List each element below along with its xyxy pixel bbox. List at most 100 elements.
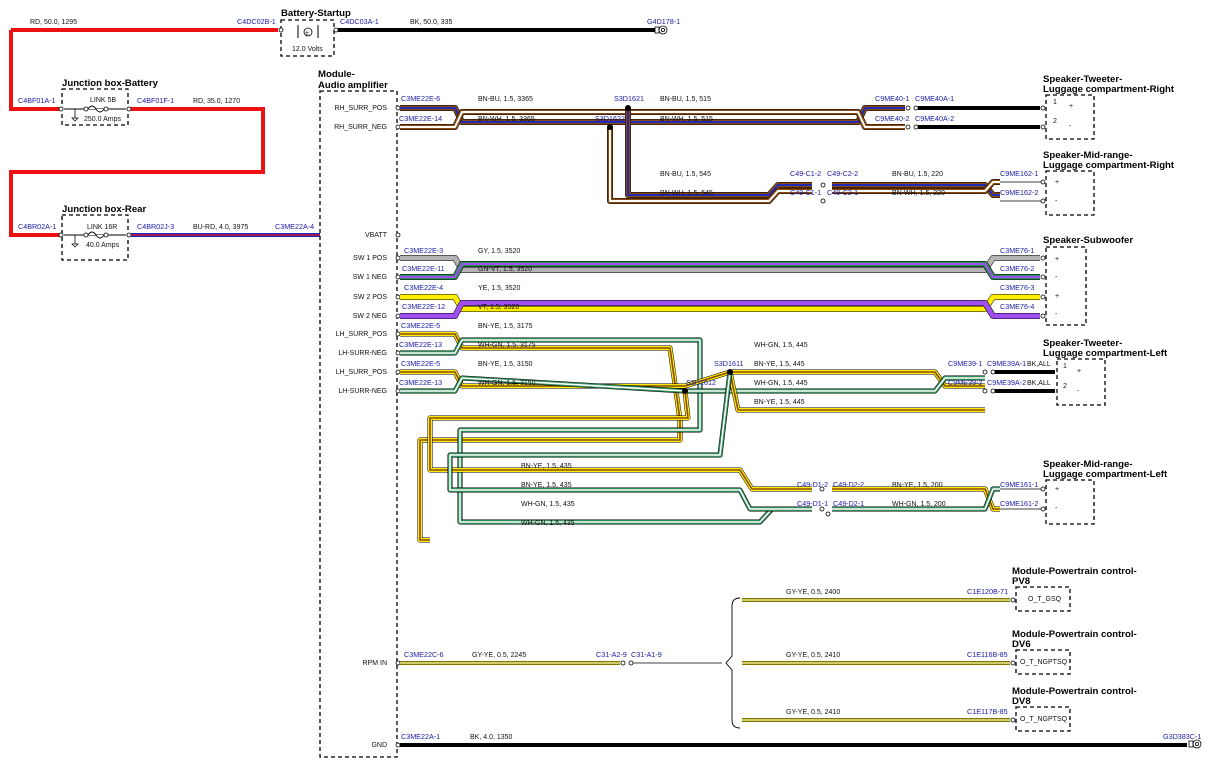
spk-mid-r-plus: + xyxy=(1055,179,1059,186)
spk-tw-l-pin-2: 2 xyxy=(1063,383,1067,390)
amp-pin-label: RH_SURR_POS xyxy=(334,105,387,112)
amp-terminal xyxy=(395,105,401,111)
connector-c9me40-2: C9ME40-2 xyxy=(875,114,909,123)
wire-label-lh-bnye-435b: BN-YE, 1.5, 435 xyxy=(521,482,572,489)
connector-c4bf01a-1: C4BF01A-1 xyxy=(18,96,56,105)
spk-tw-r-pin-1: 1 xyxy=(1053,99,1057,106)
spk-tw-r-title-2: Luggage compartment-Right xyxy=(1043,84,1175,95)
terminal xyxy=(1040,198,1046,204)
connector-c9me39-2: C9ME39-2 xyxy=(948,378,982,387)
amp-pin-labels: RH_SURR_POS RH_SURR_NEG VBATT SW 1 POS SW 1 … xyxy=(334,105,388,749)
spk-mid-r-title-2: Luggage compartment-Right xyxy=(1043,160,1175,171)
wire-label-lh-whgn-435b: WH-GN, 1.5, 435 xyxy=(521,520,575,527)
connector-c49-c2-2: C49-C2-2 xyxy=(827,169,858,178)
terminal xyxy=(1010,660,1016,666)
jb-rear-title: Junction box-Rear xyxy=(62,204,146,215)
wire-label-mid-r-bnwh-a: BN-WH, 1.5, 545 xyxy=(660,190,713,197)
connector-g3d383c-1: G3D383C-1 xyxy=(1163,732,1201,741)
spk-mid-l-plus: + xyxy=(1055,486,1059,493)
connector-c3me22a-4: C3ME22A-4 xyxy=(275,222,314,231)
spk-sub-title: Speaker-Subwoofer xyxy=(1043,235,1133,246)
connector-c3me76-1: C3ME76-1 xyxy=(1000,246,1034,255)
amp-pin-label: GND xyxy=(371,742,387,749)
connector-c49-c1-1: C49-C1-1 xyxy=(790,188,821,197)
connector-c1e117b-85: C1E117B-85 xyxy=(967,707,1008,716)
amp-terminal xyxy=(395,742,401,748)
pcm-dv8-title-1: Module-Powertrain control- xyxy=(1012,686,1137,697)
wire-label-lh2-whgn: WH-GN, 1.5, 3150 xyxy=(478,380,536,387)
wire-label-lh-whgn-445a: WH-GN, 1.5, 445 xyxy=(754,342,808,349)
amp-pin-label: LH_SURR_POS xyxy=(336,331,388,338)
wire-label-rpm-dv6: GY-YE, 0.5, 2410 xyxy=(786,652,840,659)
connector-c4dc02b-1: C4DC02B-1 xyxy=(237,17,276,26)
connector-c9me39-1: C9ME39-1 xyxy=(948,359,982,368)
connector-c49-d2-2: C49-D2-2 xyxy=(833,480,864,489)
amp-terminal xyxy=(395,388,401,394)
splice-s3d1612-node xyxy=(682,388,688,394)
lh1-pos-wire xyxy=(400,332,682,542)
connector-c3me22e-5-a: C3ME22E-5 xyxy=(401,321,440,330)
wire-harness xyxy=(395,105,1187,748)
connector-c9me39a-1: C9ME39A-1 xyxy=(987,359,1026,368)
wire-label-lh-whgn-445b: WH-GN, 1.5, 445 xyxy=(754,380,808,387)
battery-terminal-pos xyxy=(278,27,284,33)
amp-title-2: Audio amplifier xyxy=(318,80,388,91)
pcm-dv6-signal: O_T_NGPTSQ xyxy=(1020,659,1068,666)
wire-label-sw-gnvt: GN-VT, 1.5, 3520 xyxy=(478,266,532,273)
terminal xyxy=(990,388,996,394)
splice-s3d1622-node xyxy=(607,124,613,130)
terminal xyxy=(1040,179,1046,185)
wire-label-bu-rd: BU-RD, 4.0, 3975 xyxy=(193,224,248,231)
connector-c1e120b-71: C1E120B-71 xyxy=(967,587,1008,596)
terminal xyxy=(905,105,911,111)
connector-c1e116b-85: C1E116B-85 xyxy=(967,650,1008,659)
amp-terminal xyxy=(395,255,401,261)
lh1-pos-wire xyxy=(400,333,681,541)
connector-c49-d2-1: C49-D2-1 xyxy=(833,499,864,508)
terminal xyxy=(990,369,996,375)
connector-c9me162-1: C9ME162-1 xyxy=(1000,169,1038,178)
amp-terminal xyxy=(395,294,401,300)
jb-rear-box xyxy=(61,214,129,261)
pcm-dv8-title-2: DV8 xyxy=(1012,696,1031,707)
amp-terminal xyxy=(395,232,401,238)
connector-c3me22a-1: C3ME22A-1 xyxy=(401,732,440,741)
connector-c4dc03a-1: C4DC03A-1 xyxy=(340,17,379,26)
spk-tw-r-pin-2: 2 xyxy=(1053,118,1057,125)
jb-battery-title: Junction box-Battery xyxy=(62,78,159,89)
wire-label-rh-bnbu: BN-BU, 1.5, 3365 xyxy=(478,96,533,103)
wiring-diagram: RD, 50.0, 1295 C4DC02B-1 Battery-Startup… xyxy=(9,8,1202,758)
connector-c49-d1-2: C49-D1-2 xyxy=(797,480,828,489)
amp-pin-label: SW 1 NEG xyxy=(353,274,387,281)
terminal xyxy=(913,124,919,130)
wire-label-mid-l-bnye: BN-YE, 1.5, 200 xyxy=(892,482,943,489)
terminal xyxy=(1040,274,1046,280)
pcm-dv6-title-1: Module-Powertrain control- xyxy=(1012,629,1137,640)
spk-tw-l-bk-all-1: BK,ALL xyxy=(1027,361,1051,368)
connector-c9me40-1: C9ME40-1 xyxy=(875,94,909,103)
connector-c9me39a-2: C9ME39A-2 xyxy=(987,378,1026,387)
spk-mid-l-box xyxy=(1045,479,1095,525)
amp-terminal xyxy=(395,660,401,666)
connector-c31-a1-9: C31-A1-9 xyxy=(631,650,662,659)
terminal xyxy=(1040,255,1046,261)
amp-box xyxy=(319,90,398,758)
jb-rear-terminal-in xyxy=(58,232,64,238)
spk-tw-r-plus: + xyxy=(1069,103,1073,110)
rpm-branch-brace xyxy=(725,597,741,729)
terminal xyxy=(1040,105,1046,111)
connector-c3me22c-6: C3ME22C-6 xyxy=(404,650,444,659)
amp-pin-label: SW 1 POS xyxy=(353,255,387,262)
wire-label-lh-bnye-445b: BN-YE, 1.5, 445 xyxy=(754,399,805,406)
jb-rear-terminal-out xyxy=(126,232,132,238)
terminal xyxy=(982,388,988,394)
connector-c49-c2-1: C49-C2-1 xyxy=(827,188,858,197)
splice-s3d1622: S3D1622 xyxy=(595,114,625,123)
connector-c9me162-2: C9ME162-2 xyxy=(1000,188,1038,197)
wire-label-tw-r-bnwh: BN-WH, 1.5, 515 xyxy=(660,116,713,123)
connector-c9me161-2: C9ME161-2 xyxy=(1000,499,1038,508)
connector-g4d178-1: G4D178-1 xyxy=(647,17,680,26)
amp-pin-label: VBATT xyxy=(365,232,388,239)
connector-c3me22e-13-a: C3ME22E-13 xyxy=(399,340,442,349)
connector-c3me76-2: C3ME76-2 xyxy=(1000,264,1034,273)
